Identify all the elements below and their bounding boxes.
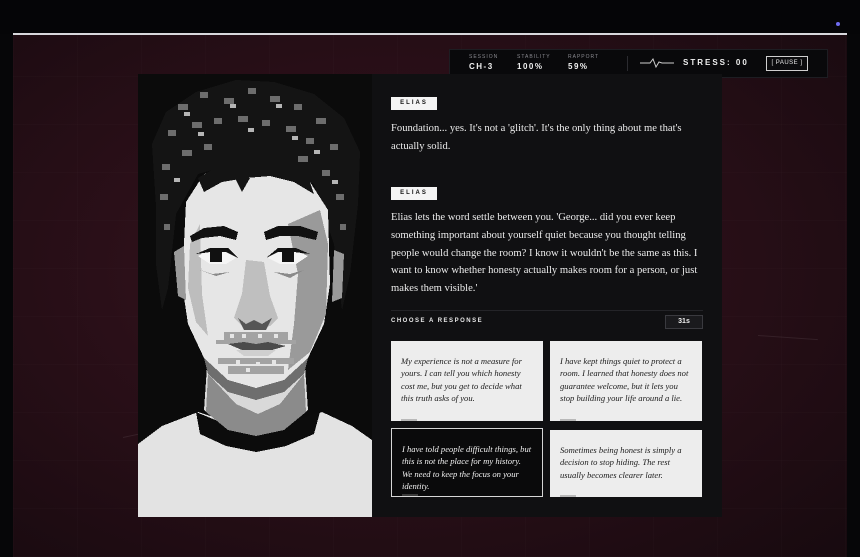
hud-divider: [627, 56, 628, 71]
response-option-3[interactable]: I have told people difficult things, but…: [391, 428, 543, 497]
response-option-text: I have told people difficult things, but…: [402, 444, 532, 492]
rapport-stat: RAPPORT 59%: [568, 54, 599, 71]
pause-button[interactable]: [ PAUSE ]: [766, 56, 808, 71]
character-portrait: [138, 74, 372, 517]
top-bar: [0, 0, 860, 34]
option-indicator: [401, 419, 417, 421]
speaker-tag: ELIAS: [391, 187, 437, 200]
response-option-text: Sometimes being honest is simply a decis…: [560, 445, 682, 480]
dialogue-line: Foundation... yes. It's not a 'glitch'. …: [391, 123, 682, 152]
option-indicator: [560, 419, 576, 421]
speaker-tag: ELIAS: [391, 97, 437, 110]
response-option-1[interactable]: My experience is not a measure for yours…: [391, 341, 543, 421]
heartbeat-icon: [640, 57, 674, 69]
stability-stat: STABILITY 100%: [517, 54, 551, 71]
stress-readout: STRESS: 00: [683, 58, 749, 67]
elias-portrait-image: [138, 74, 372, 517]
option-indicator: [560, 495, 576, 497]
session-stat: SESSION CH-3: [469, 54, 498, 71]
stability-value: 100%: [517, 62, 544, 71]
dialogue-panel: ELIAS Foundation... yes. It's not a 'gli…: [372, 74, 722, 517]
dialogue-line: Elias lets the word settle between you. …: [391, 212, 698, 295]
response-option-4[interactable]: Sometimes being honest is simply a decis…: [550, 430, 702, 497]
response-option-text: I have kept things quiet to protect a ro…: [560, 356, 689, 404]
background-scratch: [757, 335, 818, 341]
status-dot: [836, 22, 840, 26]
option-indicator: [402, 494, 418, 496]
stability-label: STABILITY: [517, 54, 551, 60]
session-value: CH-3: [469, 62, 494, 71]
response-option-2[interactable]: I have kept things quiet to protect a ro…: [550, 341, 702, 421]
rapport-label: RAPPORT: [568, 54, 600, 60]
rapport-value: 59%: [568, 62, 589, 71]
response-option-text: My experience is not a measure for yours…: [401, 356, 522, 404]
section-divider: [391, 310, 703, 311]
choose-response-heading: CHOOSE A RESPONSE: [391, 318, 484, 324]
response-timer: 31s: [665, 315, 703, 329]
session-label: SESSION: [469, 54, 499, 60]
